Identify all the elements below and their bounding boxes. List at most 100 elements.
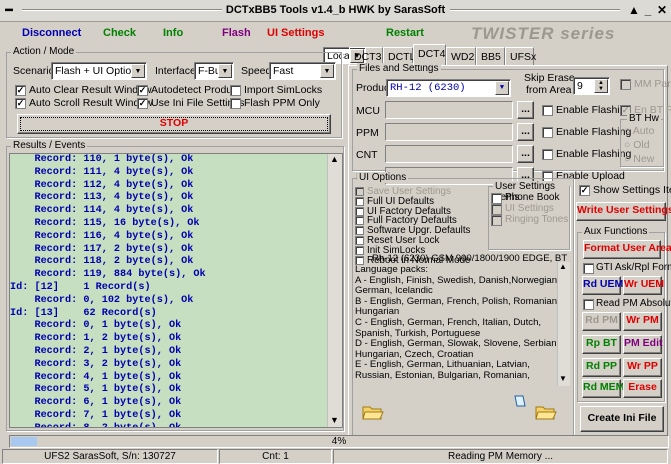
ui-option-checkbox[interactable] bbox=[355, 245, 364, 255]
log-line: Id: [12] 1 Record(s) bbox=[10, 281, 151, 293]
phone-book-checkbox[interactable] bbox=[491, 193, 502, 204]
write-user-settings-button[interactable]: Write User Settings bbox=[576, 202, 671, 221]
ppm-file-field[interactable] bbox=[385, 123, 513, 141]
cnt-enable-checkbox[interactable] bbox=[542, 149, 553, 160]
group-legend: Action / Mode bbox=[11, 46, 77, 57]
scroll-down-icon[interactable]: ▼ bbox=[330, 415, 339, 425]
ini-icon[interactable] bbox=[513, 394, 527, 408]
ui-option-checkbox[interactable] bbox=[355, 236, 364, 245]
scroll-up-icon[interactable]: ▲ bbox=[559, 262, 567, 271]
bt-new-radio[interactable]: ○ New bbox=[624, 153, 654, 165]
skip-erase-spinner[interactable]: 9 ▲ ▼ bbox=[573, 77, 610, 95]
stop-button[interactable]: STOP bbox=[17, 114, 331, 134]
rp-bt-button[interactable]: Rp BT bbox=[582, 335, 621, 354]
cnt-file-field[interactable] bbox=[385, 145, 513, 163]
auto-scroll-checkbox[interactable]: ✓ bbox=[15, 98, 26, 109]
use-ini-checkbox[interactable]: ✓ bbox=[137, 98, 148, 109]
close-icon[interactable]: ✕ bbox=[655, 3, 669, 17]
log-line: Record: 113, 4 byte(s), Ok bbox=[10, 192, 194, 204]
ppm-enable-checkbox[interactable] bbox=[542, 127, 553, 138]
wr-pp-button[interactable]: Wr PP bbox=[623, 358, 662, 377]
mm-part-checkbox[interactable] bbox=[620, 79, 631, 90]
radio-label: New bbox=[633, 153, 655, 165]
checkbox-label: Import SimLocks bbox=[244, 84, 323, 96]
folder-open-icon[interactable] bbox=[362, 403, 384, 420]
group-legend: Results / Events bbox=[11, 140, 88, 151]
gti-ask-label: GTI Ask/Rpl Format bbox=[596, 262, 671, 273]
cnt-browse-button[interactable]: ... bbox=[517, 145, 534, 163]
ui-option-checkbox[interactable] bbox=[355, 255, 364, 265]
maximize-icon[interactable]: _ bbox=[641, 3, 655, 17]
ppm-label: PPM bbox=[356, 127, 379, 139]
bt-old-radio[interactable]: ○ Old bbox=[624, 139, 650, 151]
log-line: Record: 116, 4 byte(s), Ok bbox=[10, 230, 194, 242]
gti-ask-checkbox[interactable] bbox=[583, 263, 594, 274]
pm-edit-button[interactable]: PM Edit bbox=[623, 335, 663, 354]
format-user-area-button[interactable]: Format User Area bbox=[583, 240, 671, 259]
rd-pp-button[interactable]: Rd PP bbox=[582, 358, 621, 377]
scroll-up-icon[interactable]: ▲ bbox=[330, 154, 339, 164]
mcu-enable-checkbox[interactable] bbox=[542, 105, 553, 116]
results-log[interactable]: Record: 110, 1 byte(s), Ok Record: 111, … bbox=[9, 153, 343, 428]
results-scrollbar[interactable]: ▲ ▼ bbox=[327, 154, 342, 427]
autodetect-checkbox[interactable]: ✓ bbox=[137, 85, 148, 96]
title-bar: ━ DCTxBB5 Tools v1.4_b HWK by SarasSoft … bbox=[0, 0, 671, 22]
ppm-browse-button[interactable]: ... bbox=[517, 123, 534, 141]
rd-mem-button[interactable]: Rd MEM bbox=[582, 379, 624, 398]
scroll-down-icon[interactable]: ▼ bbox=[559, 374, 567, 383]
status-message: Reading PM Memory ... bbox=[333, 449, 668, 464]
log-line: Record: 3, 2 byte(s), Ok bbox=[10, 358, 182, 370]
tab-ufsx[interactable]: UFSx bbox=[505, 47, 536, 65]
import-simlocks-checkbox[interactable] bbox=[230, 85, 241, 96]
folder-save-icon[interactable] bbox=[535, 403, 557, 420]
spinner-arrows-icon[interactable]: ▲ ▼ bbox=[594, 79, 608, 93]
ui-option-checkbox[interactable] bbox=[355, 206, 364, 216]
rd-uem-button[interactable]: Rd UEM bbox=[582, 276, 623, 295]
rd-pm-button[interactable]: Rd PM bbox=[582, 312, 621, 331]
tab-wd2[interactable]: WD2 bbox=[446, 47, 476, 65]
tab-bb5[interactable]: BB5 bbox=[476, 47, 505, 65]
log-line: Record: 111, 4 byte(s), Ok bbox=[10, 166, 194, 178]
log-line: Record: 114, 4 byte(s), Ok bbox=[10, 205, 194, 217]
restart-button[interactable]: Restart bbox=[386, 27, 424, 39]
ui-option-checkbox[interactable] bbox=[355, 196, 364, 206]
group-legend: BT Hw bbox=[627, 113, 661, 124]
chevron-down-icon: ▼ bbox=[320, 64, 334, 78]
info-button[interactable]: Info bbox=[163, 27, 183, 39]
disconnect-button[interactable]: Disconnect bbox=[22, 27, 81, 39]
flash-button[interactable]: Flash bbox=[222, 27, 251, 39]
wr-uem-button[interactable]: Wr UEM bbox=[623, 276, 664, 295]
scenario-select[interactable]: Flash + UI Options ▼ bbox=[51, 62, 147, 80]
log-line: Record: 117, 2 byte(s), Ok bbox=[10, 243, 194, 255]
wr-pm-button[interactable]: Wr PM bbox=[623, 312, 662, 331]
status-serial: UFS2 SarasSoft, S/n: 130727 bbox=[2, 449, 218, 464]
interface-select[interactable]: F-Bus ▼ bbox=[194, 62, 234, 80]
read-pm-absolute-checkbox[interactable] bbox=[583, 299, 594, 310]
results-lines: Record: 110, 1 byte(s), Ok Record: 111, … bbox=[10, 154, 342, 427]
language-scrollbar[interactable]: ▲ ▼ bbox=[557, 262, 570, 386]
ui-option-checkbox[interactable] bbox=[355, 216, 364, 226]
mcu-file-field[interactable] bbox=[385, 101, 513, 119]
log-line: Record: 119, 884 byte(s), Ok bbox=[10, 269, 206, 281]
product-select[interactable]: RH-12 (6230) ▼ bbox=[386, 79, 511, 97]
speed-select[interactable]: Fast ▼ bbox=[269, 62, 336, 80]
mcu-browse-button[interactable]: ... bbox=[517, 101, 534, 119]
ui-option-checkbox[interactable] bbox=[355, 226, 364, 236]
checkbox-label: Auto Scroll Result Window bbox=[29, 97, 153, 109]
create-ini-file-button[interactable]: Create Ini File bbox=[580, 406, 664, 432]
ui-option-checkbox[interactable] bbox=[355, 187, 364, 196]
erase-button[interactable]: Erase bbox=[623, 379, 662, 398]
language-line: Russian, Estonian, Bulgarian, Romanian, bbox=[355, 369, 530, 381]
auto-clear-checkbox[interactable]: ✓ bbox=[15, 85, 26, 96]
flash-ppm-only-checkbox[interactable] bbox=[230, 98, 241, 109]
ui-settings-checkbox[interactable] bbox=[491, 204, 502, 215]
ringing-tones-checkbox[interactable] bbox=[491, 215, 502, 226]
log-line: Record: 1, 2 byte(s), Ok bbox=[10, 333, 182, 345]
ui-settings-button[interactable]: UI Settings bbox=[267, 27, 324, 39]
show-settings-checkbox[interactable]: ✓ bbox=[579, 185, 590, 196]
tab-dct4[interactable]: DCT4 bbox=[413, 44, 446, 65]
language-lines: Language packs: A - English, Finish, Swed… bbox=[355, 265, 568, 382]
minimize-icon[interactable]: ▲ bbox=[627, 3, 641, 17]
check-button[interactable]: Check bbox=[103, 27, 136, 39]
bt-auto-radio[interactable]: ○ Auto bbox=[624, 125, 654, 137]
